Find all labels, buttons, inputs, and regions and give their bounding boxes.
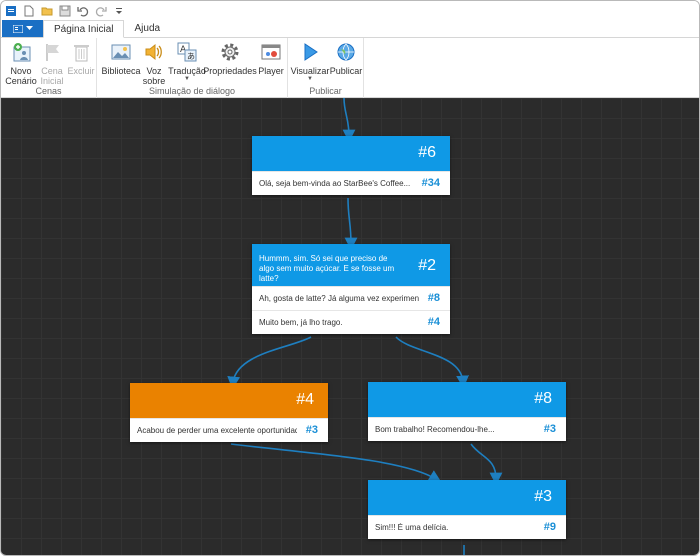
image-icon: [110, 41, 132, 63]
node-header: #3: [368, 480, 566, 515]
player-button[interactable]: Player: [257, 41, 285, 76]
flag-icon: [41, 41, 63, 63]
app-icon[interactable]: [5, 5, 17, 17]
voiceover-button[interactable]: Voz sobre: [141, 41, 167, 86]
response-text: Ah, gosta de latte? Já alguma vez experi…: [259, 294, 419, 303]
start-scene-button[interactable]: Cena Inicial: [39, 41, 65, 86]
node-id: #6: [418, 144, 436, 161]
customize-icon[interactable]: [113, 5, 125, 17]
node-prompt-text: Hummm, sim. Só sei que preciso de algo s…: [259, 254, 395, 283]
node-response-row[interactable]: Bom trabalho! Recomendou-lhe... #3: [368, 417, 566, 441]
edge-8-to-3: [470, 443, 503, 486]
node-response-row[interactable]: Ah, gosta de latte? Já alguma vez experi…: [252, 286, 450, 310]
translation-label: Tradução: [168, 66, 206, 76]
chevron-down-icon: ▼: [184, 76, 190, 82]
dialog-node-3[interactable]: #3 Sim!!! É uma delícia. #9: [368, 480, 566, 539]
tab-home[interactable]: Página Inicial: [43, 20, 125, 38]
properties-button[interactable]: Propriedades: [203, 41, 257, 76]
group-dialog-simulation-label: Simulação de diálogo: [148, 86, 236, 96]
preview-button[interactable]: Visualizar ▼: [290, 41, 330, 82]
node-response-row[interactable]: Olá, seja bem-vinda ao StarBee's Coffee.…: [252, 171, 450, 195]
dialog-node-6[interactable]: #6 Olá, seja bem-vinda ao StarBee's Coff…: [252, 136, 450, 195]
start-scene-label-2: Inicial: [40, 76, 64, 86]
chevron-down-icon: [25, 26, 33, 30]
delete-button[interactable]: Excluir: [67, 41, 95, 76]
globe-icon: [335, 41, 357, 63]
app-window: Página Inicial Ajuda Novo Cenário Cena I…: [0, 0, 700, 556]
edge-2-to-4: [227, 336, 312, 390]
properties-label: Propriedades: [203, 66, 257, 76]
ribbon-tabs: Página Inicial Ajuda: [1, 19, 699, 38]
trash-icon: [70, 41, 92, 63]
new-icon[interactable]: [23, 5, 35, 17]
menu-icon: [12, 24, 23, 33]
delete-label: Excluir: [67, 66, 95, 76]
response-link[interactable]: #34: [422, 177, 440, 189]
scenario-canvas[interactable]: #6 Olá, seja bem-vinda ao StarBee's Coff…: [1, 98, 699, 555]
gear-icon: [219, 41, 241, 63]
player-label: Player: [258, 66, 284, 76]
svg-text:あ: あ: [187, 52, 195, 61]
group-dialog-simulation: Biblioteca Voz sobre Aあ Tradução ▼ Propr…: [97, 38, 288, 98]
open-icon[interactable]: [41, 5, 53, 17]
edge-2-to-8: [395, 336, 469, 389]
redo-icon[interactable]: [95, 5, 107, 17]
node-id: #8: [534, 390, 552, 407]
response-link[interactable]: #4: [428, 316, 440, 328]
node-id: #3: [534, 488, 552, 505]
ribbon: Novo Cenário Cena Inicial Excluir Cenas: [1, 38, 699, 98]
response-text: Muito bem, já lho trago.: [259, 318, 343, 327]
play-icon: [299, 41, 321, 63]
new-scene-icon: [10, 41, 32, 63]
response-link[interactable]: #9: [544, 521, 556, 533]
response-text: Bom trabalho! Recomendou-lhe...: [375, 425, 495, 434]
response-link[interactable]: #8: [428, 292, 440, 304]
response-link[interactable]: #3: [544, 423, 556, 435]
voiceover-label-1: Voz: [146, 66, 162, 76]
speaker-icon: [143, 41, 165, 63]
group-publish: Visualizar ▼ Publicar Publicar: [288, 38, 364, 98]
publish-button[interactable]: Publicar: [330, 41, 362, 76]
node-header: #4: [130, 383, 328, 418]
node-response-row[interactable]: Sim!!! É uma delícia. #9: [368, 515, 566, 539]
file-menu-button[interactable]: [2, 20, 43, 37]
response-text: Acabou de perder uma excelente oportunid…: [137, 426, 297, 435]
translate-icon: Aあ: [176, 41, 198, 63]
library-label: Biblioteca: [101, 66, 141, 76]
preview-label: Visualizar: [290, 66, 330, 76]
edge-start-to-6: [342, 98, 356, 143]
tab-help[interactable]: Ajuda: [124, 19, 170, 37]
node-id: #4: [296, 391, 314, 408]
new-scene-label-2: Cenário: [5, 76, 37, 86]
start-scene-label-1: Cena: [41, 66, 63, 76]
group-scenes: Novo Cenário Cena Inicial Excluir Cenas: [1, 38, 97, 98]
publish-label: Publicar: [329, 66, 363, 76]
node-header: Hummm, sim. Só sei que preciso de algo s…: [252, 244, 450, 286]
edge-6-to-2: [344, 197, 358, 251]
save-icon[interactable]: [59, 5, 71, 17]
node-response-row[interactable]: Acabou de perder uma excelente oportunid…: [130, 418, 328, 442]
player-icon: [260, 41, 282, 63]
dialog-node-4[interactable]: #4 Acabou de perder uma excelente oportu…: [130, 383, 328, 442]
chevron-down-icon: ▼: [307, 76, 313, 82]
dialog-node-8[interactable]: #8 Bom trabalho! Recomendou-lhe... #3: [368, 382, 566, 441]
group-scenes-label: Cenas: [35, 86, 62, 96]
new-scene-button[interactable]: Novo Cenário: [5, 41, 37, 86]
translation-button[interactable]: Aあ Tradução ▼: [168, 41, 206, 82]
group-publish-label: Publicar: [309, 86, 342, 96]
voiceover-label-2: sobre: [142, 76, 166, 86]
response-link[interactable]: #3: [306, 424, 318, 436]
library-button[interactable]: Biblioteca: [101, 41, 141, 76]
edge-4-to-3: [230, 443, 442, 483]
node-id: #2: [418, 257, 436, 274]
new-scene-label-1: Novo: [10, 66, 32, 76]
quick-access-toolbar: [1, 1, 699, 20]
dialog-node-2[interactable]: Hummm, sim. Só sei que preciso de algo s…: [252, 244, 450, 334]
node-header: #6: [252, 136, 450, 171]
response-text: Olá, seja bem-vinda ao StarBee's Coffee.…: [259, 179, 411, 188]
undo-icon[interactable]: [77, 5, 89, 17]
response-text: Sim!!! É uma delícia.: [375, 523, 449, 532]
node-header: #8: [368, 382, 566, 417]
node-response-row[interactable]: Muito bem, já lho trago. #4: [252, 310, 450, 334]
